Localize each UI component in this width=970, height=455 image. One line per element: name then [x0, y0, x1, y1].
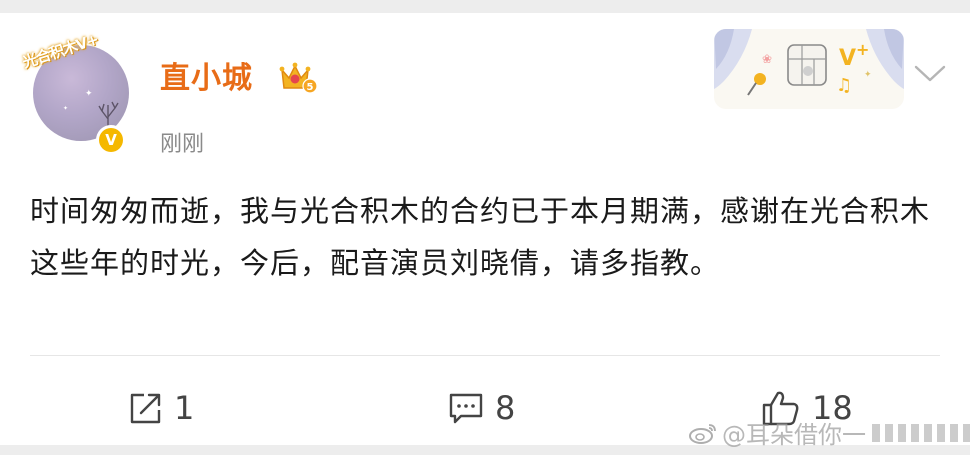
author-name[interactable]: 直小城 [160, 53, 253, 97]
watermark-redaction [872, 423, 970, 442]
decoration-art: V + ❀ ♫ ✦ [714, 29, 904, 96]
share-count: 1 [174, 389, 195, 427]
weibo-logo-icon [689, 423, 716, 444]
verified-mark: V [99, 128, 123, 152]
comment-button[interactable]: 8 [447, 386, 515, 430]
post-body: 时间匆匆而逝，我与光合积木的合约已于本月期满，感谢在光合积木这些年的时光，今后，… [30, 194, 931, 280]
chevron-down-icon[interactable] [912, 61, 948, 85]
weibo-post-card: ✦ ✦ 光合积木V+ V 直小城 5 刚刚 V + ❀ ♫ ✦ 时间匆匆而逝，我… [0, 13, 970, 445]
comment-count: 8 [495, 389, 516, 427]
sparkle-icon: ✦ [63, 105, 69, 112]
comment-icon [449, 393, 483, 424]
svg-text:+: + [856, 40, 869, 59]
v-plus-icon: V [839, 46, 856, 71]
crown-icon[interactable]: 5 [278, 60, 318, 96]
verified-badge-icon: V [96, 125, 126, 155]
svg-text:✦: ✦ [864, 70, 872, 80]
share-icon [130, 393, 161, 424]
member-level: 5 [307, 82, 314, 93]
timestamp: 刚刚 [160, 132, 205, 157]
music-note-icon: ♫ [836, 75, 852, 96]
svg-text:❀: ❀ [762, 52, 772, 66]
share-button[interactable]: 1 [128, 386, 194, 430]
decoration-card: V + ❀ ♫ ✦ [714, 29, 904, 109]
watermark-text: @耳朵借你一 [722, 421, 866, 449]
sparkle-icon: ✦ [85, 89, 93, 99]
divider [30, 355, 940, 356]
watermark: @耳朵借你一 [688, 415, 970, 450]
